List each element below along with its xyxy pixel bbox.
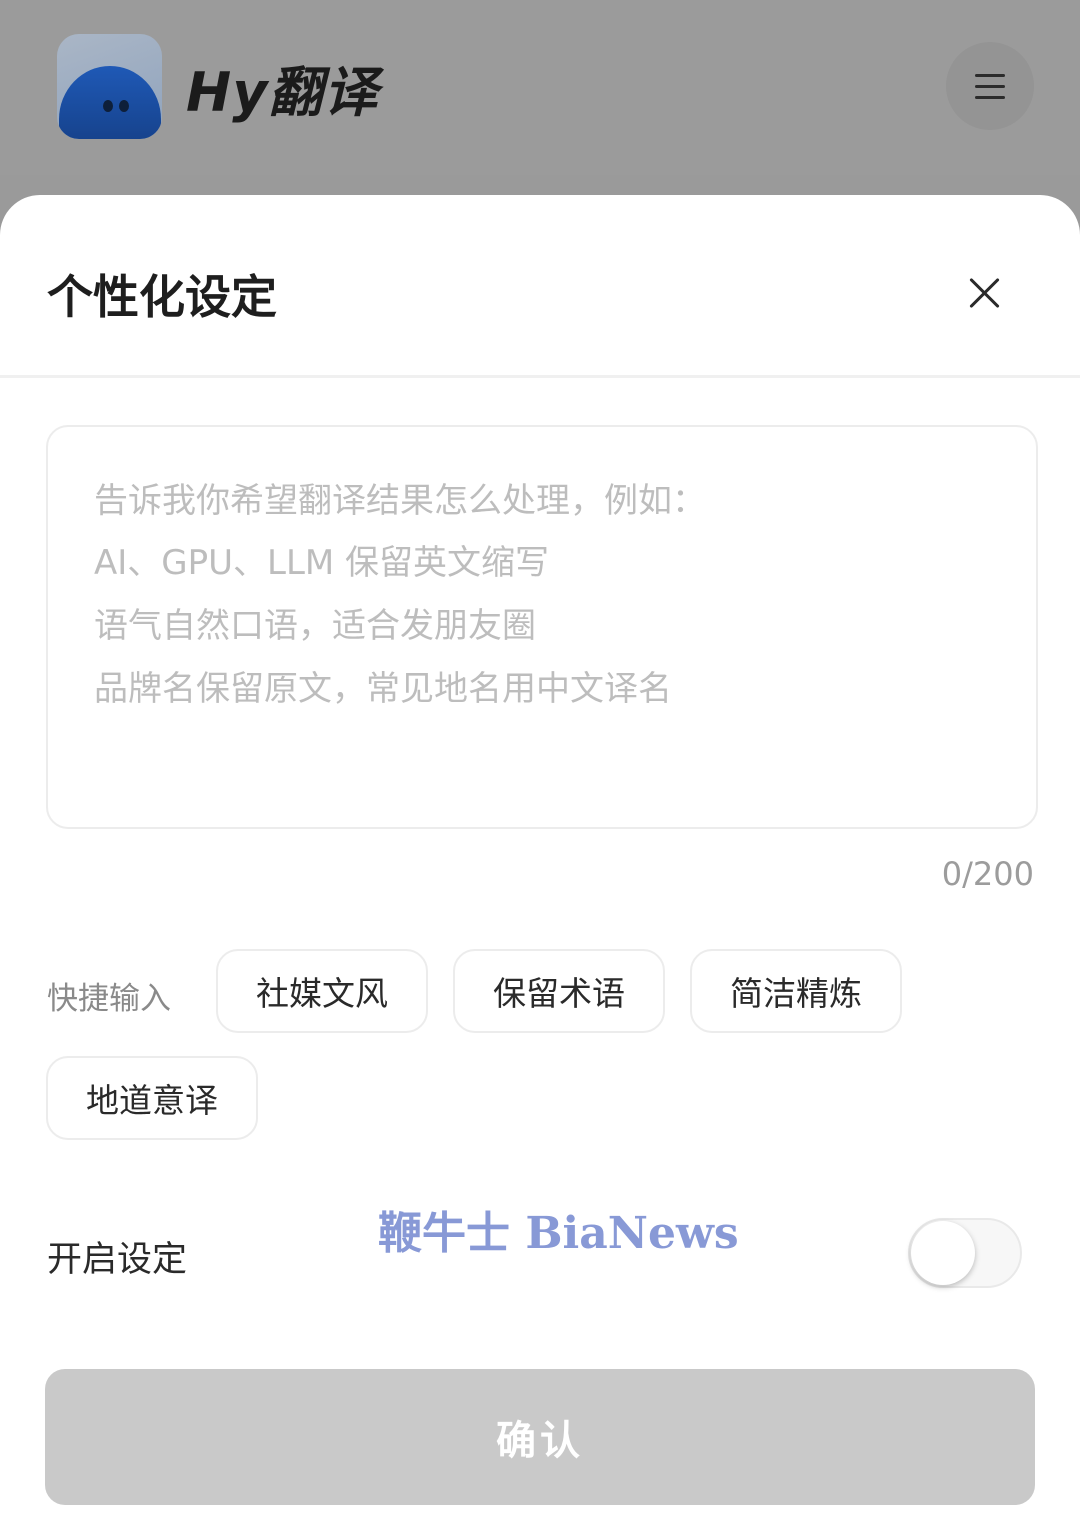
personalization-sheet: 个性化设定 告诉我你希望翻译结果怎么处理，例如： AI、GPU、LLM 保留英文… <box>0 195 1080 1532</box>
toggle-knob <box>911 1221 975 1285</box>
chip-idiomatic[interactable]: 地道意译 <box>46 1056 258 1140</box>
placeholder-line: 语气自然口语，适合发朋友圈 <box>94 606 536 646</box>
sheet-title: 个性化设定 <box>47 270 277 324</box>
logo-mascot-eye-right <box>119 100 129 112</box>
hy-mascot-logo-icon <box>57 34 162 139</box>
placeholder-line: 告诉我你希望翻译结果怎么处理，例如： <box>94 481 706 521</box>
app-bar: Hy翻译 <box>0 0 1080 175</box>
placeholder-line: 品牌名保留原文，常见地名用中文译名 <box>94 669 672 709</box>
chip-social-media-style[interactable]: 社媒文风 <box>216 949 428 1033</box>
placeholder-line: AI、GPU、LLM 保留英文缩写 <box>94 543 550 583</box>
confirm-button[interactable]: 确认 <box>45 1369 1035 1505</box>
enable-setting-toggle[interactable] <box>908 1218 1022 1288</box>
logo-mascot-body <box>59 66 161 139</box>
app-title: Hy翻译 <box>186 61 379 124</box>
chip-keep-terms[interactable]: 保留术语 <box>453 949 665 1033</box>
hamburger-menu-icon <box>975 74 1005 77</box>
preference-textarea[interactable]: 告诉我你希望翻译结果怎么处理，例如： AI、GPU、LLM 保留英文缩写 语气自… <box>46 425 1038 829</box>
watermark: 鞭牛士 BiaNews <box>378 1208 739 1259</box>
enable-setting-label: 开启设定 <box>47 1240 188 1280</box>
quick-input-label: 快捷输入 <box>47 981 171 1017</box>
hamburger-menu-icon <box>975 96 1005 99</box>
close-icon[interactable] <box>958 267 1010 319</box>
divider <box>0 375 1080 378</box>
hamburger-menu-icon <box>975 85 1005 88</box>
char-counter: 0/200 <box>941 855 1034 893</box>
hamburger-menu-button[interactable] <box>946 42 1034 130</box>
logo-mascot-eye-left <box>103 100 113 112</box>
chip-concise[interactable]: 简洁精炼 <box>690 949 902 1033</box>
